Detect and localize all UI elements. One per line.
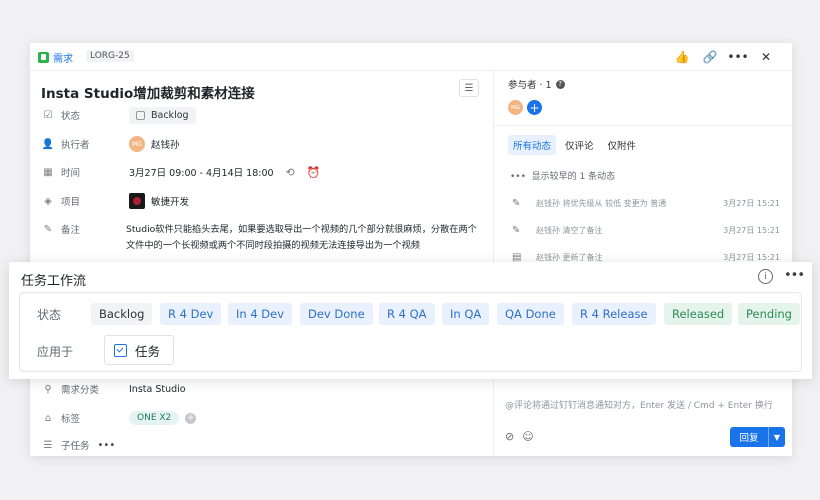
workflow-status-backlog[interactable]: Backlog [91,303,153,325]
outline-toggle-icon[interactable]: ☰ [459,79,479,97]
list-item: ✎ 赵钱孙 将优先级从 较低 变更为 普通 3月27日 15:21 [512,198,780,209]
issue-type-label: 需求 [53,54,73,65]
field-note: ✎ 备注 [41,219,129,239]
field-subtasks: ☰ 子任务 ••• [41,435,116,455]
field-label: 状态 [61,111,81,122]
activity-text: 赵钱孙 将优先级从 较低 变更为 普通 [536,199,667,208]
layers-icon: ◈ [44,195,52,207]
requirement-icon [38,52,49,63]
assignee-value[interactable]: MG 赵钱孙 [129,136,180,152]
participants-label: 参与者 · 1 [508,80,552,91]
list-icon: ☰ [43,439,53,451]
activity-text: 赵钱孙 清空了备注 [536,226,603,235]
tag-icon: ⌂ [44,412,52,424]
workflow-box: 状态 Backlog R 4 Dev In 4 Dev Dev Done R 4… [19,292,802,372]
workflow-status-pending[interactable]: Pending [738,303,800,325]
status-value-chip[interactable]: Backlog [129,106,196,124]
apply-value: 任务 [135,343,161,359]
tab-comments-only[interactable]: 仅评论 [560,135,599,155]
link-icon[interactable]: 🔗 [696,49,724,65]
edit-icon: ✎ [512,198,521,209]
add-participant-icon[interactable]: + [527,100,542,115]
workflow-status-released[interactable]: Released [664,303,733,325]
more-icon[interactable]: ••• [784,268,805,283]
tab-all-activity[interactable]: 所有动态 [508,135,557,155]
chevron-down-icon[interactable]: ▼ [769,427,785,447]
field-status: ☑ 状态 Backlog [41,105,196,125]
emoji-icon[interactable]: ☺ [522,430,533,443]
alarm-icon[interactable]: ⏰ [307,166,321,179]
activity-time: 3月27日 15:21 [723,226,780,235]
status-value: Backlog [151,109,189,121]
subtask-more-icon[interactable]: ••• [98,440,116,451]
workflow-status-r4dev[interactable]: R 4 Dev [160,303,222,325]
field-label: 子任务 [61,441,90,452]
like-icon[interactable]: 👍 [668,49,696,65]
activity-time: 3月27日 15:21 [723,199,780,208]
field-label: 项目 [61,197,81,208]
reply-label: 回复 [730,427,769,447]
tab-attachments-only[interactable]: 仅附件 [603,135,642,155]
more-icon[interactable]: ••• [724,49,752,65]
field-assignee: 👤 执行者 MG 赵钱孙 [41,134,180,154]
workflow-status-qadone[interactable]: QA Done [497,303,564,325]
workflow-panel: 任务工作流 i ••• 状态 Backlog R 4 Dev In 4 Dev … [9,262,812,379]
workflow-status-r4release[interactable]: R 4 Release [572,303,656,325]
add-tag-icon[interactable]: + [185,412,197,424]
repeat-icon[interactable]: ⟲ [286,166,295,179]
top-bar: 需求 LORG-25 👍 🔗 ••• ✕ [30,43,792,71]
field-label: 备注 [61,225,81,236]
note-text[interactable]: Studio软件只能掐头去尾，如果要选取导出一个视频的几个部分就很麻烦，分散在两… [126,222,484,254]
field-label: 执行者 [61,140,90,151]
task-detail-window: 需求 LORG-25 👍 🔗 ••• ✕ Insta Studio增加裁剪和素材… [30,43,793,456]
field-label: 时间 [61,168,81,179]
avatar: MG [129,136,145,152]
help-icon[interactable]: ? [555,79,565,89]
project-logo [129,193,145,209]
issue-type-badge[interactable]: 需求 [38,50,73,65]
status-box-icon [136,110,145,120]
location-pin-icon: ⚲ [44,383,52,395]
note-icon: ✎ [43,223,53,235]
apply-row-label: 应用于 [37,345,74,359]
issue-title[interactable]: Insta Studio增加裁剪和素材连接 [41,82,255,102]
workflow-status-devdone[interactable]: Dev Done [300,303,373,325]
workflow-status-in4dev[interactable]: In 4 Dev [228,303,293,325]
info-icon[interactable]: i [758,269,773,284]
field-project: ◈ 项目 敏捷开发 [41,191,189,211]
attachment-icon[interactable]: ⊘ [505,430,514,443]
apply-to-task-chip[interactable]: 任务 [104,335,174,365]
avatar[interactable]: MG [508,100,523,115]
field-tags: ⌂ 标签 ONE X2 + [41,408,197,428]
reply-button[interactable]: 回复 ▼ [730,427,785,447]
field-label: 标签 [61,414,81,425]
divider [494,125,793,126]
issue-key[interactable]: LORG-25 [86,50,134,62]
edit-icon: ✎ [512,225,521,236]
calendar-icon: ▦ [43,166,53,178]
status-check-icon: ☑ [43,109,53,121]
project-value[interactable]: 敏捷开发 [129,193,189,209]
status-row-label: 状态 [37,308,62,322]
show-earlier-link[interactable]: ••• 显示较早的 1 条动态 [510,169,615,182]
field-label: 需求分类 [61,385,100,396]
task-icon [114,343,127,357]
close-icon[interactable]: ✕ [752,49,780,65]
ellipsis-icon: ••• [510,172,526,182]
assignee-name: 赵钱孙 [151,140,180,151]
comment-input[interactable]: @评论将通过钉钉消息通知对方，Enter 发送 / Cmd + Enter 换行 [505,398,773,411]
category-value[interactable]: Insta Studio [129,384,186,395]
list-item: ✎ 赵钱孙 清空了备注 3月27日 15:21 [512,225,780,236]
project-name: 敏捷开发 [151,197,190,208]
field-time: ▦ 时间 3月27日 09:00 - 4月14日 18:00 ⟲ ⏰ [41,162,320,182]
activity-tabs: 所有动态 仅评论 仅附件 [508,135,641,155]
workflow-title: 任务工作流 [21,274,87,289]
time-value[interactable]: 3月27日 09:00 - 4月14日 18:00 [129,165,274,179]
workflow-status-r4qa[interactable]: R 4 QA [379,303,435,325]
tag-chip[interactable]: ONE X2 [129,411,180,425]
person-icon: 👤 [41,138,55,150]
workflow-status-inqa[interactable]: In QA [442,303,490,325]
earlier-label: 显示较早的 1 条动态 [531,172,616,182]
field-category: ⚲ 需求分类 Insta Studio [41,379,186,399]
